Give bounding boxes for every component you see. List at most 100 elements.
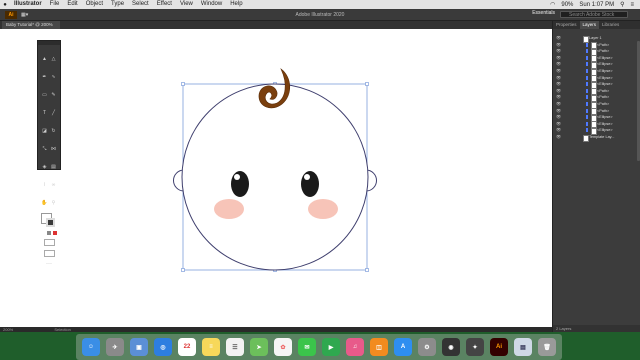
layer-row[interactable]: 👁 <Ellipse> [553, 68, 640, 76]
hand-tool-icon[interactable]: ✋ [41, 200, 48, 206]
layer-row[interactable]: 👁 <Path> [553, 94, 640, 102]
pen-tool-icon[interactable]: ✒ [41, 74, 48, 80]
layer-row[interactable]: 👁 <Ellipse> [553, 114, 640, 122]
none-mode-icon[interactable] [53, 231, 57, 235]
visibility-eye-icon[interactable]: 👁 [556, 128, 561, 132]
layer-row[interactable]: 👁 Layer 1 [553, 35, 640, 43]
menu-type[interactable]: Type [107, 0, 128, 9]
dock-photos-app[interactable]: ▣ [130, 338, 148, 356]
menu-object[interactable]: Object [82, 0, 107, 9]
dock-system-preferences[interactable]: ⚙ [418, 338, 436, 356]
dock-notes[interactable]: ≡ [202, 338, 220, 356]
selection-tool-icon[interactable]: ▲ [41, 56, 48, 62]
visibility-eye-icon[interactable]: 👁 [556, 62, 561, 66]
visibility-eye-icon[interactable]: 👁 [556, 102, 561, 106]
battery-level[interactable]: 90% [561, 2, 573, 8]
stock-search-input[interactable]: Search Adobe Stock [560, 10, 628, 18]
stroke-swatch[interactable] [46, 218, 55, 227]
dock-illustrator[interactable]: Ai [490, 338, 508, 356]
visibility-eye-icon[interactable]: 👁 [556, 135, 561, 139]
dock-finder[interactable]: ☺ [82, 338, 100, 356]
paintbrush-tool-icon[interactable]: ✎ [50, 92, 57, 98]
menu-view[interactable]: View [176, 0, 197, 9]
dock-camera[interactable]: ◉ [442, 338, 460, 356]
visibility-eye-icon[interactable]: 👁 [556, 95, 561, 99]
shape-builder-tool-icon[interactable]: ◈ [41, 164, 48, 170]
dock-photos[interactable]: ✿ [274, 338, 292, 356]
curvature-tool-icon[interactable]: ∿ [50, 74, 57, 80]
layer-row[interactable]: 👁 <Path> [553, 101, 640, 109]
screen-mode-icon[interactable] [44, 250, 55, 257]
baby-head[interactable] [181, 83, 369, 271]
rotate-tool-icon[interactable]: ↻ [50, 128, 57, 134]
layer-row[interactable]: 👁 <Path> [553, 42, 640, 50]
spotlight-icon[interactable]: ⚲ [620, 1, 624, 8]
dock-books[interactable]: ◫ [370, 338, 388, 356]
app-menu[interactable]: Illustrator [10, 0, 46, 9]
left-cheek[interactable] [214, 199, 244, 219]
menu-effect[interactable]: Effect [153, 0, 176, 9]
wifi-icon[interactable]: ◠ [550, 1, 555, 8]
notification-center-icon[interactable]: ≡ [630, 2, 634, 8]
document-tab[interactable]: Baby Tutorial* @ 200% (RGB/Preview) [2, 21, 60, 35]
eraser-tool-icon[interactable]: ◪ [41, 128, 48, 134]
visibility-eye-icon[interactable]: 👁 [556, 121, 561, 126]
left-eye[interactable] [231, 171, 249, 197]
layer-row[interactable]: 👁 <Path> [553, 48, 640, 56]
dock-app-store[interactable]: A [394, 338, 412, 356]
menu-window[interactable]: Window [197, 0, 226, 9]
dock-launchpad[interactable]: ✈ [106, 338, 124, 356]
width-tool-icon[interactable]: ⋈ [50, 146, 57, 152]
visibility-eye-icon[interactable]: 👁 [556, 108, 561, 113]
workspace-menu[interactable]: Essentials [532, 10, 555, 16]
visibility-eye-icon[interactable]: 👁 [556, 88, 561, 93]
apple-menu-icon[interactable]: ● [0, 2, 10, 8]
dock-preview[interactable]: ▤ [514, 338, 532, 356]
menu-edit[interactable]: Edit [63, 0, 81, 9]
layer-row[interactable]: 👁 <Ellipse> [553, 61, 640, 69]
direct-selection-tool-icon[interactable]: △ [50, 56, 57, 62]
visibility-eye-icon[interactable]: 👁 [556, 115, 561, 119]
layer-row[interactable]: 👁 <Ellipse> [553, 75, 640, 83]
dock-itunes[interactable]: ♫ [346, 338, 364, 356]
layer-row[interactable]: 👁 Template Lay... [553, 134, 640, 142]
gradient-mode-icon[interactable] [47, 231, 51, 235]
visibility-eye-icon[interactable]: 👁 [556, 36, 561, 40]
clock[interactable]: Sun 1:07 PM [579, 2, 614, 8]
rectangle-tool-icon[interactable]: ▭ [41, 92, 48, 98]
dock-facetime[interactable]: ▶ [322, 338, 340, 356]
line-tool-icon[interactable]: ╱ [50, 110, 57, 116]
visibility-eye-icon[interactable]: 👁 [556, 69, 561, 73]
drawing-modes-icon[interactable] [44, 239, 55, 246]
zoom-tool-icon[interactable]: ⚲ [50, 200, 57, 206]
tab-layers[interactable]: Layers [579, 21, 600, 29]
tab-properties[interactable]: Properties [553, 21, 580, 29]
layer-row[interactable]: 👁 <Ellipse> [553, 127, 640, 135]
dock-messages[interactable]: ✉ [298, 338, 316, 356]
menu-select[interactable]: Select [128, 0, 153, 9]
artwork[interactable] [0, 29, 552, 327]
layer-row[interactable]: 👁 <Ellipse> [553, 55, 640, 63]
dock-calendar[interactable]: 22 [178, 338, 196, 356]
dock-safari[interactable]: ◎ [154, 338, 172, 356]
blend-tool-icon[interactable]: ∞ [50, 182, 57, 188]
layer-row[interactable]: 👁 <Path> [553, 108, 640, 116]
visibility-eye-icon[interactable]: 👁 [556, 82, 561, 86]
visibility-eye-icon[interactable]: 👁 [556, 55, 561, 60]
scale-tool-icon[interactable]: ⤡ [41, 146, 48, 152]
menu-help[interactable]: Help [226, 0, 246, 9]
type-tool-icon[interactable]: T [41, 110, 48, 116]
edit-toolbar-icon[interactable]: ··· [38, 261, 60, 267]
right-cheek[interactable] [308, 199, 338, 219]
right-eye[interactable] [301, 171, 319, 197]
layer-row[interactable]: 👁 <Path> [553, 88, 640, 96]
dock-maps[interactable]: ➤ [250, 338, 268, 356]
tab-libraries[interactable]: Libraries [599, 21, 622, 29]
visibility-eye-icon[interactable]: 👁 [556, 75, 561, 80]
dock-trash[interactable]: 🗑 [538, 338, 556, 356]
layer-row[interactable]: 👁 <Ellipse> [553, 81, 640, 89]
visibility-eye-icon[interactable]: 👁 [556, 49, 561, 53]
layer-row[interactable]: 👁 <Ellipse> [553, 121, 640, 129]
fill-stroke-swatches[interactable] [41, 213, 57, 229]
menu-file[interactable]: File [46, 0, 64, 9]
